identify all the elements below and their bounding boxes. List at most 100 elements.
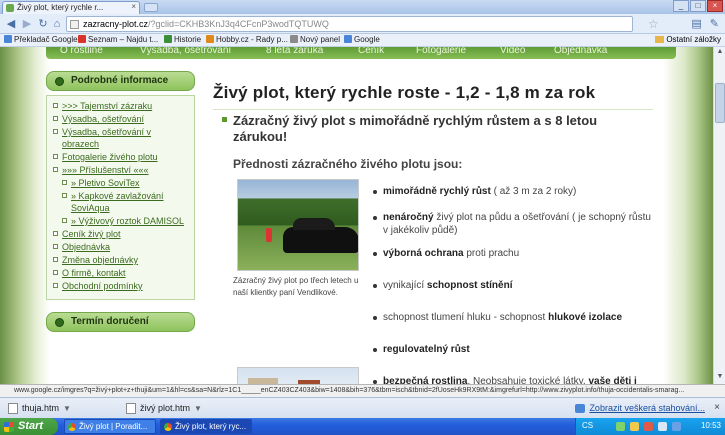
sidebar-subitem[interactable]: » Kapkové zavlažování SoviAqua — [53, 190, 190, 214]
page-subtitle: Zázračný živý plot s mimořádně rychlým r… — [222, 113, 643, 145]
close-shelf-icon[interactable]: × — [714, 402, 720, 413]
title-divider — [213, 109, 653, 110]
car-figure — [283, 218, 358, 253]
clock[interactable]: 10:53 — [701, 421, 721, 430]
sidebar-subitem[interactable]: » Výživový roztok DAMISOL — [53, 215, 190, 227]
checkbox-bullet-icon — [53, 270, 58, 275]
nav-item[interactable]: Fotogalerie — [416, 47, 466, 56]
nav-item[interactable]: Výsadba, ošetřování — [140, 47, 231, 56]
maximize-button[interactable]: □ — [690, 0, 706, 12]
sidebar-heading: Podrobné informace — [46, 71, 195, 91]
download-item[interactable]: živý plot.htm ▼ — [124, 401, 202, 416]
tray-icon[interactable] — [630, 422, 639, 431]
bookmark-star-icon[interactable]: ☆ — [648, 17, 659, 31]
file-icon — [126, 403, 136, 414]
favicon-icon — [6, 4, 14, 12]
new-tab-button[interactable] — [144, 3, 158, 12]
nav-item[interactable]: 8 letá záruka — [266, 47, 323, 56]
garden-photo[interactable] — [237, 367, 359, 384]
list-item: schopnost tlumení hluku - schopnost hluk… — [373, 311, 658, 324]
start-button[interactable]: Start — [0, 418, 58, 435]
hedge-photo[interactable] — [237, 179, 359, 271]
scroll-up-icon[interactable]: ▲ — [715, 48, 725, 58]
checkbox-bullet-icon — [53, 116, 58, 121]
sidebar-item[interactable]: Fotogalerie živého plotu — [53, 151, 190, 163]
browser-toolbar: ◀ ▶ ↻ ⌂ zazracny-plot.cz/?gclid=CKHB3KnJ… — [0, 14, 725, 34]
tab-bar: Živý plot, který rychle r... × _ □ × — [0, 0, 725, 14]
sidebar-item[interactable]: Změna objednávky — [53, 254, 190, 266]
page-menu-icon[interactable]: ▤ — [691, 17, 701, 30]
file-icon — [8, 403, 18, 414]
checkbox-bullet-icon — [53, 103, 58, 108]
sidebar-item[interactable]: O firmě, kontakt — [53, 267, 190, 279]
checkbox-bullet-icon — [62, 180, 67, 185]
checkbox-bullet-icon — [53, 244, 58, 249]
scroll-down-icon[interactable]: ▼ — [715, 373, 725, 383]
forward-icon[interactable]: ▶ — [20, 17, 34, 31]
sidebar-menu: >>> Tajemství zázraku Výsadba, ošetřován… — [46, 95, 195, 300]
tray-icon[interactable] — [616, 422, 625, 431]
bookmark-item[interactable]: Historie — [164, 35, 201, 44]
download-item[interactable]: thuja.htm ▼ — [6, 401, 71, 416]
sidebar-item[interactable]: Objednávka — [53, 241, 190, 253]
url-host: zazracny-plot.cz — [83, 19, 149, 29]
speaker-icon[interactable] — [658, 422, 667, 431]
list-item: nenáročný živý plot na půdu a ošetřování… — [373, 211, 658, 237]
reload-icon[interactable]: ↻ — [36, 17, 50, 31]
square-bullet-icon — [222, 117, 227, 122]
bookmark-icon — [290, 35, 298, 43]
bookmark-item[interactable]: Seznam – Najdu t... — [78, 35, 158, 44]
bookmark-icon — [206, 35, 214, 43]
list-item: regulovatelný růst — [373, 343, 658, 356]
url-path: /?gclid=CKHB3KnJ3q4CFcnP3wodTQTUWQ — [148, 19, 329, 29]
scroll-thumb[interactable] — [715, 83, 725, 123]
taskbar-item[interactable]: Živý plot | Poradit... — [64, 419, 156, 434]
nav-item[interactable]: Ceník — [358, 47, 384, 56]
bookmarks-bar: Překladač Google Seznam – Najdu t... His… — [0, 34, 725, 47]
back-icon[interactable]: ◀ — [4, 17, 18, 31]
tray-icon[interactable] — [644, 422, 653, 431]
checkbox-bullet-icon — [53, 231, 58, 236]
language-indicator[interactable]: CS — [582, 421, 593, 430]
vertical-scrollbar[interactable]: ▲ ▼ — [713, 47, 725, 384]
other-bookmarks[interactable]: Ostatní záložky — [655, 35, 721, 44]
sidebar-item[interactable]: Výsadba, ošetřování — [53, 113, 190, 125]
sidebar-item[interactable]: Ceník živý plot — [53, 228, 190, 240]
bookmark-item[interactable]: Nový panel — [290, 35, 340, 44]
checkbox-bullet-icon — [53, 283, 58, 288]
checkbox-bullet-icon — [62, 193, 67, 198]
list-item: bezpečná rostlina. Neobsahuje toxické lá… — [373, 375, 658, 384]
home-icon[interactable]: ⌂ — [50, 17, 64, 31]
delivery-heading: Termín doručení — [46, 312, 195, 332]
bookmark-item[interactable]: Google — [344, 35, 380, 44]
list-item: mimořádně rychlý růst ( až 3 m za 2 roky… — [373, 185, 658, 198]
sidebar-item[interactable]: Obchodní podmínky — [53, 280, 190, 292]
nav-item[interactable]: Video — [500, 47, 525, 56]
person-figure — [266, 228, 272, 242]
network-icon[interactable] — [672, 422, 681, 431]
nav-item[interactable]: Objednávka — [554, 47, 607, 56]
chevron-down-icon[interactable]: ▼ — [63, 404, 71, 413]
bullet-icon — [55, 77, 64, 86]
bookmark-item[interactable]: Hobby.cz - Rady p... — [206, 35, 288, 44]
nav-item[interactable]: O rostlině — [60, 47, 103, 56]
show-all-downloads-link[interactable]: Zobrazit veškerá stahování... — [575, 401, 705, 416]
chevron-down-icon[interactable]: ▼ — [194, 404, 202, 413]
wrench-icon[interactable]: ✎ — [710, 17, 719, 30]
sidebar-item[interactable]: >>> Tajemství zázraku — [53, 100, 190, 112]
address-bar[interactable]: zazracny-plot.cz/?gclid=CKHB3KnJ3q4CFcnP… — [66, 16, 633, 32]
tab-title: Živý plot, který rychle r... — [17, 3, 104, 12]
sidebar-item[interactable]: »»» Příslušenství ««« — [53, 164, 190, 176]
sidebar-item[interactable]: Výsadba, ošetřování v obrazech — [53, 126, 190, 150]
minimize-button[interactable]: _ — [673, 0, 689, 12]
bookmark-icon — [78, 35, 86, 43]
taskbar-item-active[interactable]: Živý plot, který ryc... — [160, 419, 252, 434]
sidebar-subitem[interactable]: » Pletivo SoviTex — [53, 177, 190, 189]
close-tab-icon[interactable]: × — [131, 2, 136, 11]
system-tray: CS 10:53 — [575, 418, 725, 435]
close-window-button[interactable]: × — [707, 0, 723, 12]
browser-tab[interactable]: Živý plot, který rychle r... × — [2, 1, 140, 14]
download-shelf: thuja.htm ▼ živý plot.htm ▼ Zobrazit veške… — [0, 397, 725, 418]
downloads-icon — [575, 404, 586, 413]
bookmark-item[interactable]: Překladač Google — [4, 35, 78, 44]
